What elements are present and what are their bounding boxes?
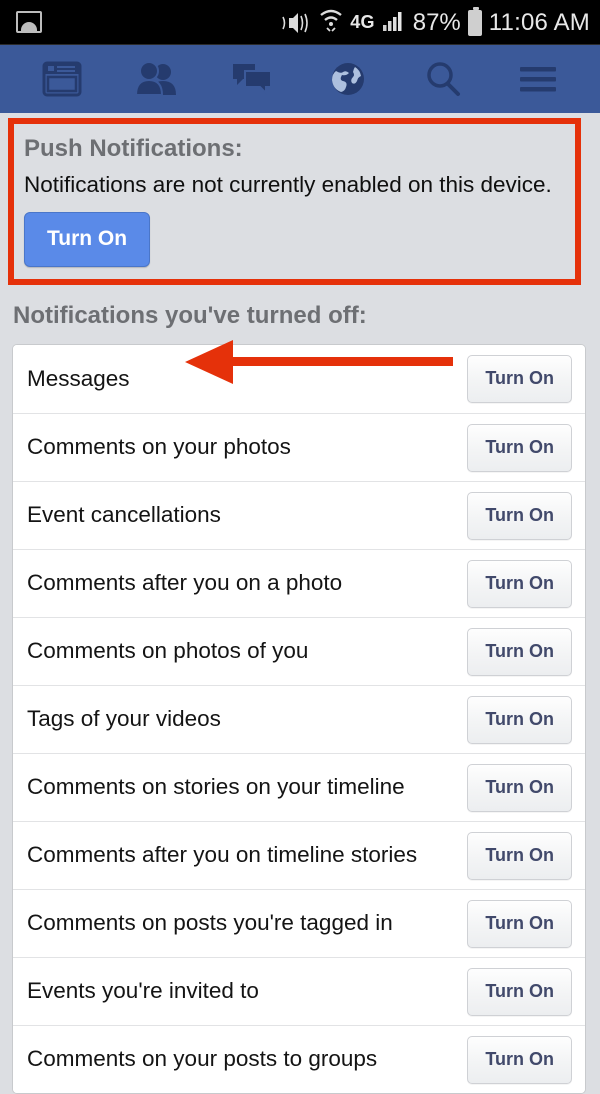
status-bar-left [0,11,42,33]
table-row[interactable]: Comments after you on timeline stories T… [13,821,585,890]
menu-icon [518,64,558,94]
push-notifications-section: Push Notifications: Notifications are no… [0,118,600,384]
push-notifications-message: Notifications are not currently enabled … [24,172,552,197]
notifications-globe-icon [329,60,367,98]
row-label: Events you're invited to [27,978,259,1004]
signal-icon [382,8,406,37]
nav-item-news-feed[interactable] [32,54,92,104]
row-turn-on-button[interactable]: Turn On [467,355,572,404]
row-label: Comments on posts you're tagged in [27,910,393,936]
table-row[interactable]: Comments on your posts to groups Turn On [13,1025,585,1094]
search-icon [424,60,462,98]
row-turn-on-button[interactable]: Turn On [467,1035,572,1084]
status-bar-right: 4G 87% 11:06 AM [282,0,590,45]
photo-icon [16,11,42,33]
nav-item-friend-requests[interactable] [127,54,187,104]
row-label: Comments on your photos [27,434,291,460]
table-row[interactable]: Comments on photos of you Turn On [13,617,585,686]
nav-item-notifications[interactable] [318,54,378,104]
network-type-label: 4G [350,12,375,32]
notifications-turned-off-list: Messages Turn On Comments on your photos… [12,344,586,1094]
row-label: Event cancellations [27,502,221,528]
row-label: Comments on stories on your timeline [27,774,405,800]
table-row[interactable]: Comments after you on a photo Turn On [13,549,585,618]
row-turn-on-button[interactable]: Turn On [467,695,572,744]
table-row[interactable]: Comments on your photos Turn On [13,413,585,482]
row-label: Comments after you on timeline stories [27,842,418,868]
nav-item-messages[interactable] [222,54,282,104]
table-row[interactable]: Messages Turn On [13,345,585,414]
row-turn-on-button[interactable]: Turn On [467,491,572,540]
table-row[interactable]: Event cancellations Turn On [13,481,585,550]
nav-item-menu[interactable] [508,54,568,104]
row-turn-on-button[interactable]: Turn On [467,967,572,1016]
row-label: Comments on photos of you [27,638,309,664]
row-turn-on-button[interactable]: Turn On [467,627,572,676]
facebook-nav-bar [0,45,600,113]
news-feed-icon [42,61,82,97]
row-label: Tags of your videos [27,706,221,732]
row-turn-on-button[interactable]: Turn On [467,763,572,812]
row-turn-on-button[interactable]: Turn On [467,899,572,948]
table-row[interactable]: Events you're invited to Turn On [13,957,585,1026]
row-label: Messages [27,365,130,391]
row-turn-on-button[interactable]: Turn On [467,423,572,472]
push-turn-on-button[interactable]: Turn On [24,212,151,268]
push-notifications-highlight-box: Push Notifications: Notifications are no… [8,118,581,286]
battery-percent-label: 87% [412,8,461,36]
nav-item-search[interactable] [413,54,473,104]
battery-icon [467,6,482,36]
push-notifications-title: Push Notifications: [24,135,243,162]
table-row[interactable]: Tags of your videos Turn On [13,685,585,754]
mute-icon [282,10,312,36]
messages-icon [231,61,273,97]
table-row[interactable]: Comments on posts you're tagged in Turn … [13,889,585,958]
row-turn-on-button[interactable]: Turn On [467,831,572,880]
clock-label: 11:06 AM [488,8,590,36]
wifi-icon [319,7,343,38]
row-turn-on-button[interactable]: Turn On [467,559,572,608]
row-label: Comments after you on a photo [27,570,343,596]
table-row[interactable]: Comments on stories on your timeline Tur… [13,753,585,822]
status-bar: 4G 87% 11:06 AM [0,0,600,45]
row-label: Comments on your posts to groups [27,1046,378,1072]
turned-off-heading: Notifications you've turned off: [13,302,367,330]
friend-requests-icon [134,61,179,97]
